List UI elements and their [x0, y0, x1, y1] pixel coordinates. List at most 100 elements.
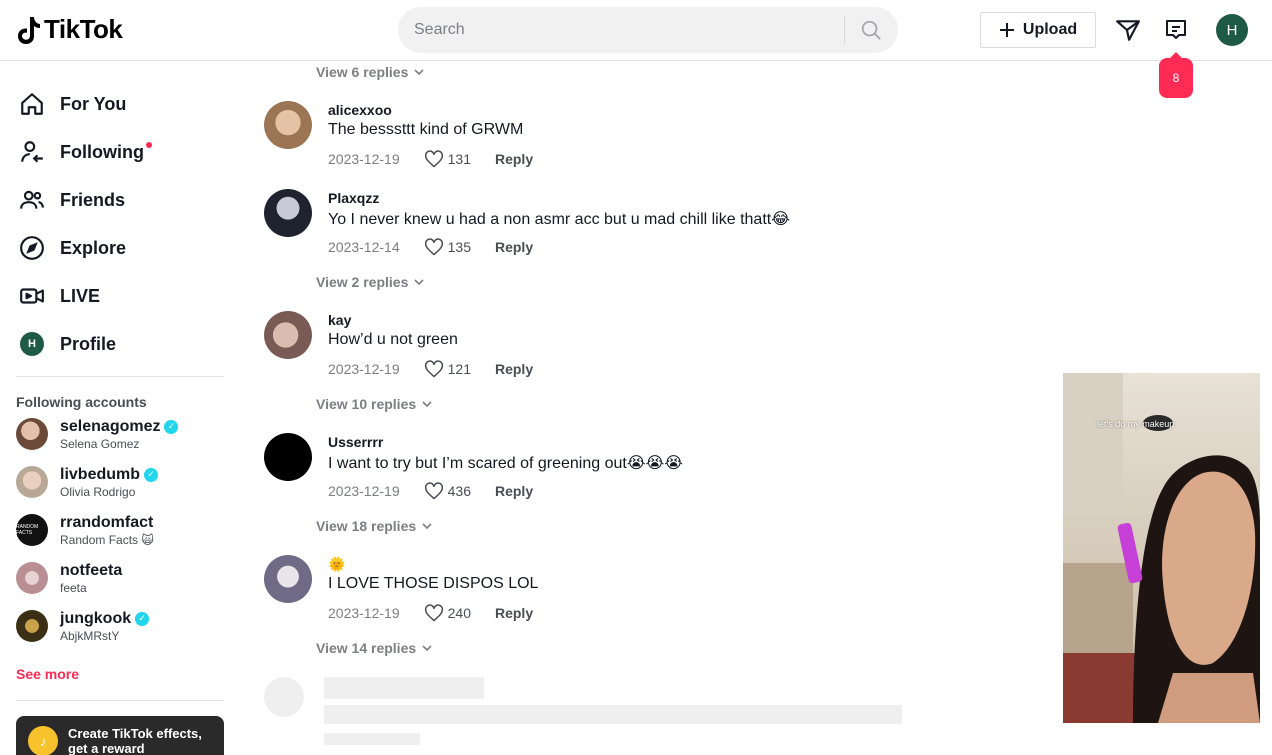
view-replies-label: View 2 replies [316, 274, 409, 290]
view-replies-button[interactable]: View 14 replies [316, 640, 434, 656]
heart-icon [424, 482, 443, 500]
reply-button[interactable]: Reply [495, 361, 533, 377]
like-button[interactable]: 240 [424, 603, 471, 623]
nav-label: Following [60, 141, 144, 162]
heart-icon [424, 360, 443, 378]
upload-label: Upload [1022, 21, 1078, 38]
tiktok-logo[interactable]: TikTok [16, 14, 123, 45]
avatar[interactable] [264, 101, 312, 149]
verified-icon: ✓ [135, 611, 150, 626]
logo-text: TikTok [44, 14, 123, 44]
view-replies-label: View 6 replies [316, 64, 409, 80]
following-account[interactable]: livbedumb ✓ Olivia Rodrigo [16, 462, 159, 502]
loading-skeleton-line [324, 677, 484, 699]
nav-label: Explore [60, 237, 127, 258]
nav-label: LIVE [60, 285, 101, 306]
like-button[interactable]: 436 [424, 481, 471, 501]
avatar[interactable] [264, 433, 312, 481]
upload-button[interactable]: Upload [980, 12, 1096, 48]
like-count: 240 [447, 605, 471, 621]
chevron-down-icon [422, 401, 432, 408]
account-username: rrandomfact [60, 513, 154, 531]
profile-avatar: H [20, 332, 44, 356]
like-button[interactable]: 121 [424, 359, 471, 379]
search-icon [861, 20, 881, 40]
comment-text: I want to try but I’m scared of greening… [328, 455, 683, 472]
following-account[interactable]: jungkook ✓ AbjkMRstY [16, 606, 150, 646]
view-replies-button[interactable]: View 10 replies [316, 396, 434, 412]
comment-username[interactable]: kay [328, 312, 351, 328]
divider [16, 376, 224, 377]
nav-live[interactable]: LIVE [16, 276, 100, 316]
search-button[interactable] [845, 7, 897, 53]
reply-button[interactable]: Reply [495, 605, 533, 621]
like-count: 121 [447, 361, 471, 377]
messages-button[interactable] [1114, 16, 1142, 44]
comment-item: Plaxqzz Yo I never knew u had a non asmr… [264, 189, 964, 269]
promo-line-1: Create TikTok effects, [68, 726, 202, 741]
divider [16, 700, 224, 701]
effects-promo-banner[interactable]: ♪ Create TikTok effects, get a reward [16, 716, 224, 755]
account-username: selenagomez [60, 417, 161, 435]
inbox-icon [1166, 20, 1186, 39]
reply-button[interactable]: Reply [495, 483, 533, 499]
comment-date: 2023-12-19 [328, 483, 400, 499]
avatar[interactable] [264, 311, 312, 359]
comment-text: Yo I never knew u had a non asmr acc but… [328, 211, 790, 228]
mini-video-player[interactable]: let's do my makeup [1063, 373, 1260, 723]
comment-username[interactable]: 🌞 [328, 556, 345, 573]
following-accounts-title: Following accounts [16, 394, 147, 410]
avatar [16, 418, 48, 450]
nav-explore[interactable]: Explore [16, 228, 126, 268]
profile-avatar-button[interactable]: H [1216, 14, 1248, 46]
following-account[interactable]: selenagomez ✓ Selena Gomez [16, 414, 179, 454]
reply-button[interactable]: Reply [495, 151, 533, 167]
view-replies-button[interactable]: View 6 replies [316, 64, 426, 80]
heart-icon [424, 238, 443, 256]
send-icon [1116, 20, 1140, 41]
loading-skeleton-line [324, 733, 420, 745]
comment-text: How’d u not green [328, 331, 458, 348]
nav-friends[interactable]: Friends [16, 180, 125, 220]
following-account[interactable]: RANDOM FACTS rrandomfact Random Facts 🙀 [16, 510, 154, 550]
loading-skeleton-line [324, 705, 902, 724]
like-button[interactable]: 131 [424, 149, 471, 169]
like-button[interactable]: 135 [424, 237, 471, 257]
comment-date: 2023-12-19 [328, 151, 400, 167]
verified-icon: ✓ [164, 419, 179, 434]
chevron-down-icon [414, 69, 424, 76]
account-display-name: Olivia Rodrigo [60, 484, 136, 499]
left-sidebar: For You Following Friends Explore LIVE H… [0, 61, 240, 755]
comment-text: The besssttt kind of GRWM [328, 121, 524, 138]
account-display-name: AbjkMRstY [60, 628, 120, 643]
compass-icon [16, 232, 48, 264]
account-display-name: Random Facts 🙀 [60, 532, 154, 547]
inbox-button[interactable] [1162, 16, 1190, 44]
comment-username[interactable]: alicexxoo [328, 102, 392, 118]
view-replies-label: View 10 replies [316, 396, 417, 412]
promo-line-2: get a reward [68, 741, 145, 755]
avatar[interactable] [264, 555, 312, 603]
avatar [16, 610, 48, 642]
nav-for-you[interactable]: For You [16, 84, 126, 124]
avatar[interactable] [264, 189, 312, 237]
notification-dot [145, 142, 152, 148]
comment-username[interactable]: Usserrrr [328, 434, 383, 450]
nav-profile[interactable]: H Profile [16, 324, 116, 364]
verified-icon: ✓ [144, 467, 159, 482]
search-input[interactable] [398, 7, 844, 53]
heart-icon [424, 150, 443, 168]
home-icon [16, 88, 48, 120]
comment-username[interactable]: Plaxqzz [328, 190, 379, 206]
live-icon [16, 280, 48, 312]
view-replies-button[interactable]: View 2 replies [316, 274, 426, 290]
account-display-name: feeta [60, 580, 87, 595]
reply-button[interactable]: Reply [495, 239, 533, 255]
tiktok-effects-icon: ♪ [28, 726, 58, 755]
avatar: RANDOM FACTS [16, 514, 48, 546]
following-account[interactable]: notfeeta feeta [16, 558, 122, 598]
comment-item: 🌞 I LOVE THOSE DISPOS LOL 2023-12-19 240… [264, 555, 964, 635]
see-more-link[interactable]: See more [16, 666, 79, 682]
view-replies-button[interactable]: View 18 replies [316, 518, 434, 534]
nav-following[interactable]: Following [16, 132, 152, 172]
